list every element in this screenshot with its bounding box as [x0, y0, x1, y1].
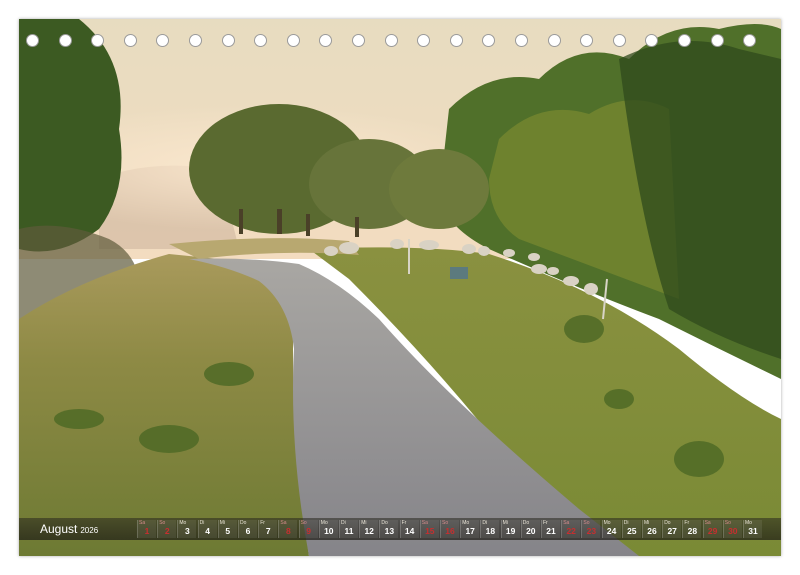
day-number: 19	[505, 526, 516, 536]
binding-hole	[449, 34, 463, 47]
day-number: 7	[265, 526, 271, 536]
binding-hole	[189, 34, 202, 47]
day-cell: Di 4	[197, 520, 217, 538]
binding-hole	[156, 34, 170, 47]
binding-hole	[482, 34, 496, 47]
day-cell: Fr 21	[541, 520, 560, 538]
meadow-left	[19, 254, 309, 556]
day-number: 18	[485, 526, 496, 536]
day-cell: Mo 10	[318, 520, 338, 538]
day-number: 22	[566, 526, 576, 536]
day-cell: Di 25	[621, 520, 641, 538]
binding-hole	[645, 34, 659, 47]
tree-left	[19, 19, 122, 252]
day-cell: Sa 29	[702, 520, 722, 538]
day-number: 30	[728, 526, 738, 536]
day-cell: Mo 3	[177, 520, 197, 538]
day-cell: Fr 28	[682, 520, 702, 538]
day-cell: Mi 19	[500, 520, 520, 538]
day-number: 13	[384, 526, 395, 536]
day-number: 3	[185, 526, 190, 536]
day-number: 14	[404, 526, 415, 536]
binding-hole	[286, 34, 300, 47]
day-number: 5	[225, 526, 231, 536]
day-number: 26	[647, 526, 657, 536]
day-cell: Sa 15	[419, 520, 439, 538]
day-number: 12	[364, 526, 374, 536]
day-number: 21	[546, 526, 556, 536]
binding-holes	[26, 34, 774, 50]
binding-hole	[678, 34, 691, 47]
binding-hole	[221, 34, 235, 47]
day-cell: So 30	[722, 520, 742, 538]
day-cell: Fr 7	[258, 520, 278, 538]
day-cell: Mo 17	[460, 520, 480, 538]
day-cell: Sa 22	[561, 520, 581, 538]
month-name: August	[40, 522, 78, 536]
day-number: 25	[627, 526, 637, 536]
binding-hole	[254, 34, 268, 47]
day-number: 28	[687, 526, 698, 536]
day-cell: Do 13	[379, 520, 399, 538]
day-number: 29	[707, 526, 718, 536]
binding-hole	[123, 34, 137, 47]
day-cell: Fr 14	[399, 520, 419, 538]
day-number: 23	[586, 526, 597, 536]
day-cell: Sa 1	[137, 520, 156, 538]
day-number: 20	[526, 526, 536, 536]
day-number: 4	[205, 526, 210, 536]
binding-hole	[743, 34, 757, 47]
day-cell: Mi 26	[642, 520, 661, 538]
landscape-photo	[19, 19, 781, 556]
day-number: 9	[306, 526, 311, 536]
day-number: 31	[748, 526, 758, 536]
day-cell: Di 11	[339, 520, 358, 538]
day-cell: Di 18	[480, 520, 500, 538]
day-cell: Mo 31	[743, 520, 762, 538]
binding-hole	[319, 34, 333, 47]
day-cell: Mi 5	[217, 520, 237, 538]
day-cell: Mo 24	[601, 520, 621, 538]
day-cell: Do 27	[662, 520, 682, 538]
calendar-strip: August 2026 Sa 1 So 2 Mo 3 Di 4 Mi 5 Do 6 Fr 7 Sa 8 So 9 Mo…	[19, 518, 781, 540]
day-cell: So 16	[440, 520, 459, 538]
day-cell: Mi 12	[359, 520, 379, 538]
day-number: 8	[286, 526, 291, 536]
binding-hole	[547, 34, 561, 47]
day-number: 16	[445, 526, 455, 536]
day-cell: So 9	[298, 520, 318, 538]
binding-hole	[612, 34, 626, 47]
day-number: 27	[667, 526, 677, 536]
day-number: 2	[164, 526, 170, 536]
binding-hole	[515, 34, 528, 47]
day-cell: Do 20	[520, 520, 540, 538]
binding-hole	[91, 34, 105, 47]
year-label: 2026	[80, 526, 99, 535]
day-number: 24	[606, 526, 617, 536]
binding-hole	[384, 34, 398, 47]
day-cell: So 2	[157, 520, 177, 538]
calendar-sheet	[19, 19, 781, 556]
binding-hole	[352, 34, 365, 47]
month-label: August 2026	[40, 521, 98, 539]
binding-hole	[26, 34, 39, 47]
day-number: 17	[465, 526, 475, 536]
binding-hole	[58, 34, 72, 47]
day-number: 11	[344, 526, 354, 536]
day-number: 10	[324, 526, 334, 536]
binding-hole	[710, 34, 724, 47]
day-cell: So 23	[581, 520, 601, 538]
day-cell: Do 6	[238, 520, 257, 538]
binding-hole	[417, 34, 431, 47]
day-number: 1	[144, 526, 150, 536]
day-number: 6	[245, 526, 251, 536]
day-cell: Sa 8	[278, 520, 298, 538]
binding-hole	[580, 34, 594, 47]
day-number: 15	[425, 526, 435, 536]
